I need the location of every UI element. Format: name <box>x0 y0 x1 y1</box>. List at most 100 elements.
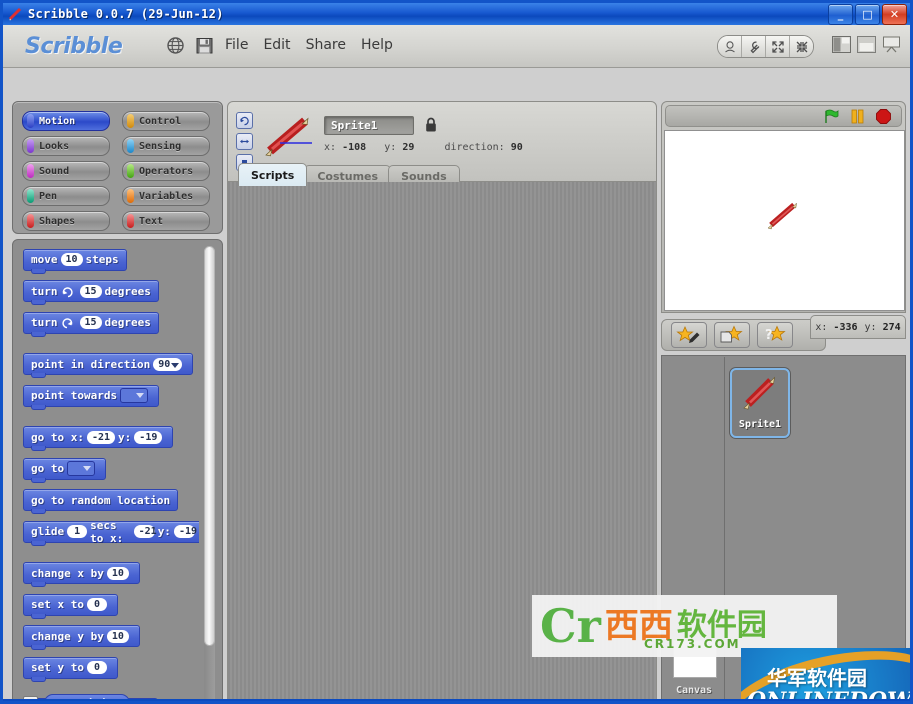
block-go-to-random-location[interactable]: go to random location <box>23 489 179 514</box>
contract-icon[interactable] <box>790 36 813 57</box>
green-flag-icon[interactable] <box>823 108 840 125</box>
block-turn-counterclockwise[interactable]: turn 15 degrees <box>23 311 159 337</box>
view-button-group <box>717 35 814 58</box>
turn-counterclockwise-icon <box>61 316 74 329</box>
block-set-x-to[interactable]: set x to 0 <box>23 593 118 619</box>
paint-new-sprite-icon[interactable] <box>671 322 707 348</box>
menu-bar: Scribble File Edit Share Help <box>3 25 910 68</box>
surprise-sprite-icon[interactable]: ? <box>757 322 793 348</box>
palette-scrollbar-thumb[interactable] <box>204 246 215 646</box>
block-notch <box>31 676 46 682</box>
block-notch <box>31 446 46 451</box>
pencil-sprite-on-stage[interactable] <box>765 199 801 231</box>
block-input-dy[interactable]: 10 <box>106 629 129 643</box>
category-swatch <box>127 189 134 203</box>
import-sprite-icon[interactable] <box>714 322 750 348</box>
maximize-button[interactable]: □ <box>855 4 880 25</box>
category-label: Shapes <box>39 215 76 227</box>
block-input-y[interactable]: -19 <box>134 430 163 444</box>
menu-help[interactable]: Help <box>361 37 393 53</box>
sprite-name-field[interactable]: Sprite1 <box>324 116 414 135</box>
block-turn-clockwise[interactable]: turn 15 degrees <box>23 280 159 305</box>
stage-canvas[interactable] <box>664 130 905 311</box>
block-label: change y by <box>31 629 104 643</box>
block-change-x-by[interactable]: change x by 10 <box>23 562 140 587</box>
block-row: turn 15 degrees <box>23 311 199 337</box>
lock-icon[interactable] <box>424 116 438 133</box>
block-input-degrees[interactable]: 15 <box>79 316 102 329</box>
menu-list: File Edit Share Help <box>225 37 393 53</box>
category-swatch <box>127 214 134 228</box>
block-input-x[interactable]: -21 <box>133 525 157 538</box>
block-row: move 10 steps <box>23 248 199 274</box>
block-input-x[interactable]: -21 <box>86 430 116 444</box>
minimize-button[interactable]: _ <box>828 4 853 25</box>
menubar-icon-group <box>166 36 214 55</box>
block-point-towards[interactable]: point towards <box>23 384 160 410</box>
block-input-steps[interactable]: 10 <box>60 253 83 266</box>
block-label: degrees <box>104 284 151 298</box>
block-x-position-reporter[interactable]: x position <box>44 694 131 699</box>
category-looks[interactable]: Looks <box>22 136 110 156</box>
block-input-degrees[interactable]: 15 <box>79 284 102 298</box>
block-change-y-by[interactable]: change y by 10 <box>23 625 140 650</box>
category-pen[interactable]: Pen <box>22 186 110 206</box>
pause-icon[interactable] <box>849 108 866 125</box>
menu-share[interactable]: Share <box>306 37 346 53</box>
block-move-steps[interactable]: move 10 steps <box>23 248 127 274</box>
block-input-secs[interactable]: 1 <box>67 525 88 538</box>
category-shapes[interactable]: Shapes <box>22 211 110 231</box>
category-text[interactable]: Text <box>122 211 210 231</box>
block-point-in-direction[interactable]: point in direction 90 <box>23 353 194 378</box>
stop-sign-icon[interactable] <box>875 108 892 125</box>
block-glide[interactable]: glide 1 secs to x: -21 y: -19 <box>23 519 199 546</box>
block-set-y-to[interactable]: set y to 0 <box>23 656 118 682</box>
block-row: set y to 0 <box>23 656 199 682</box>
wrench-icon[interactable] <box>742 36 766 57</box>
block-label: point towards <box>31 389 118 402</box>
layout-presentation-icon[interactable] <box>882 36 901 53</box>
svg-text:?: ? <box>765 328 773 343</box>
title-bar[interactable]: Scribble 0.0.7 (29-Jun-12) _ □ ✕ <box>3 3 910 25</box>
block-dropdown-target[interactable] <box>120 388 149 403</box>
block-dropdown-target[interactable] <box>67 461 96 476</box>
canvas-label: Canvas <box>675 685 713 696</box>
menu-file[interactable]: File <box>225 37 248 53</box>
block-input-dx[interactable]: 10 <box>106 566 129 580</box>
rotate-normal-icon[interactable] <box>236 112 253 129</box>
palette-scrollbar[interactable] <box>204 246 215 699</box>
tab-scripts[interactable]: Scripts <box>238 163 308 186</box>
layout-normal-stage-icon[interactable] <box>857 36 876 53</box>
category-swatch <box>27 164 34 178</box>
block-input-x[interactable]: 0 <box>86 598 107 611</box>
presentation-stamp-icon[interactable] <box>718 36 742 57</box>
sprite-list-item-sprite1[interactable]: Sprite1 <box>730 368 790 438</box>
save-disk-icon[interactable] <box>195 36 214 55</box>
block-notch <box>31 331 46 337</box>
category-sensing[interactable]: Sensing <box>122 136 210 156</box>
rotate-leftright-icon[interactable] <box>236 133 253 150</box>
sprite-y-value: 29 <box>402 142 415 153</box>
expand-icon[interactable] <box>766 36 790 57</box>
category-control[interactable]: Control <box>122 111 210 131</box>
block-label: y: <box>118 430 132 444</box>
category-label: Pen <box>39 190 58 202</box>
globe-icon[interactable] <box>166 36 185 55</box>
block-input-y[interactable]: 0 <box>86 661 107 674</box>
category-sound[interactable]: Sound <box>22 161 110 181</box>
category-motion[interactable]: Motion <box>22 111 110 131</box>
layout-small-stage-icon[interactable] <box>832 36 851 53</box>
menu-edit[interactable]: Edit <box>263 37 290 53</box>
category-operators[interactable]: Operators <box>122 161 210 181</box>
block-notch <box>31 404 46 410</box>
block-go-to[interactable]: go to <box>23 457 107 483</box>
category-variables[interactable]: Variables <box>122 186 210 206</box>
block-dropdown-direction[interactable]: 90 <box>153 357 183 371</box>
block-row: go to <box>23 457 199 483</box>
category-label: Operators <box>139 165 194 177</box>
block-input-y[interactable]: -19 <box>173 525 197 538</box>
block-go-to-xy[interactable]: go to x: -21 y: -19 <box>23 426 174 451</box>
reporter-checkbox[interactable] <box>23 696 38 699</box>
close-button[interactable]: ✕ <box>882 4 907 25</box>
category-swatch <box>27 139 34 153</box>
